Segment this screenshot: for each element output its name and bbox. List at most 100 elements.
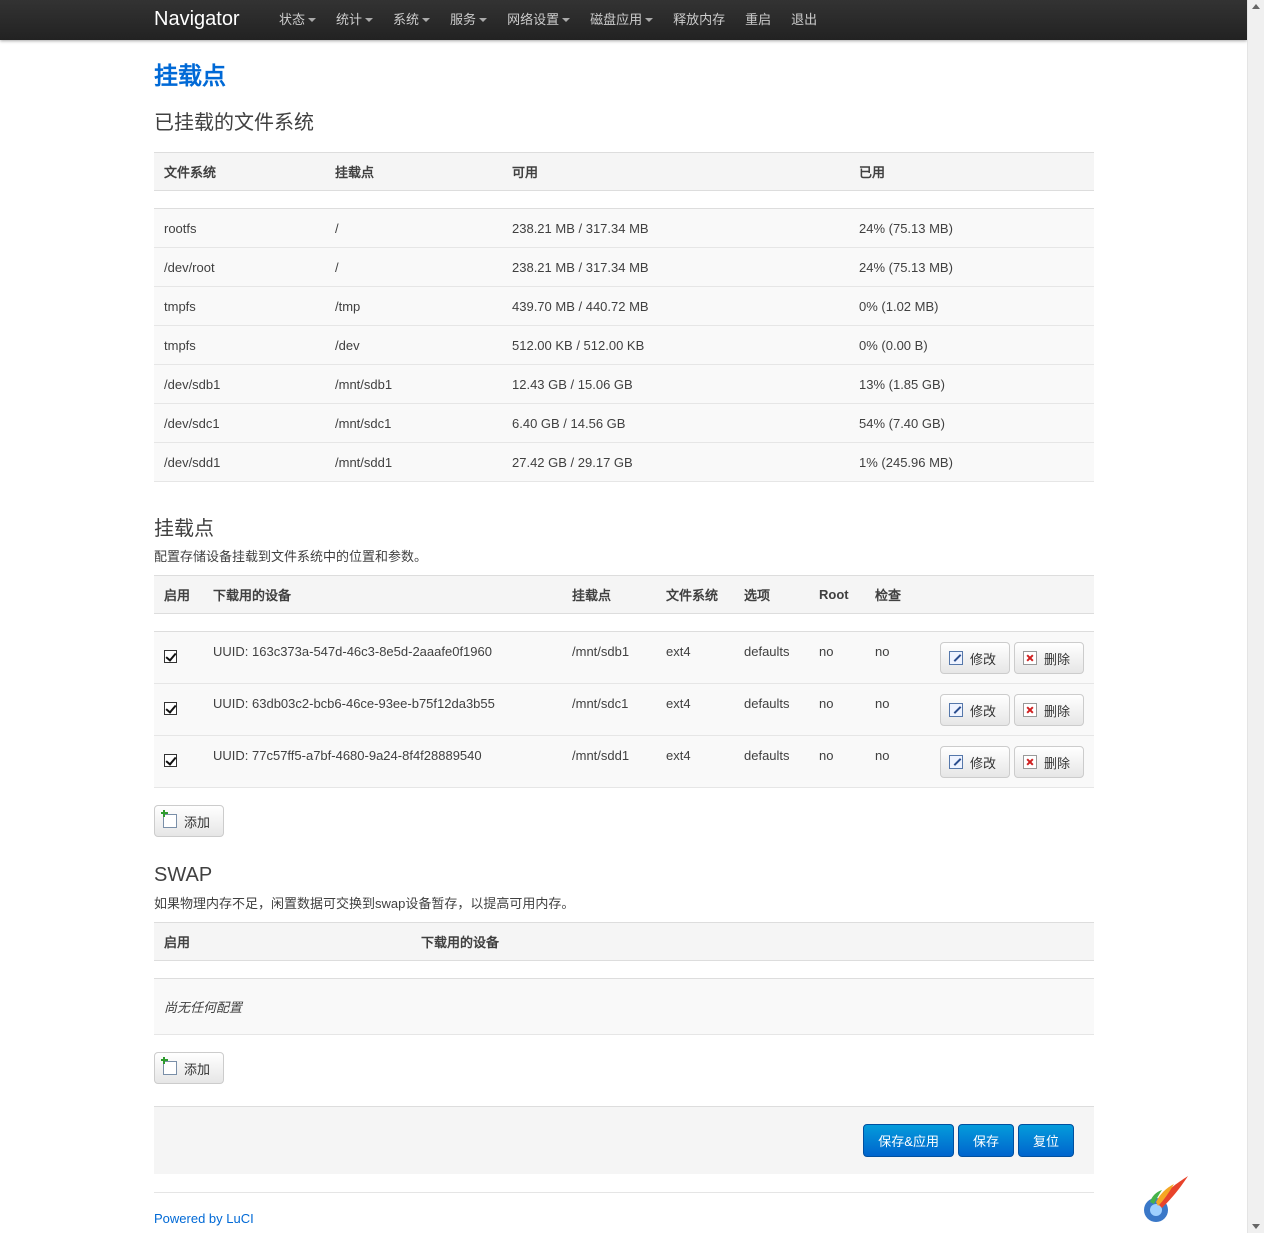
available-cell: 6.40 GB / 14.56 GB (502, 403, 849, 443)
mountpoint-cell: /dev (325, 325, 502, 365)
mountpoint-cell: /mnt/sdd1 (562, 735, 656, 788)
delete-button[interactable]: 删除 (1014, 694, 1084, 726)
page-title: 挂载点 (154, 63, 226, 90)
mountpoint-cell: /mnt/sdc1 (562, 683, 656, 736)
fs-name-cell: /dev/sdb1 (154, 364, 325, 404)
nav-item-8[interactable]: 退出 (791, 0, 817, 40)
scroll-up-icon[interactable] (1252, 4, 1260, 9)
swap-empty-message: 尚无任何配置 (154, 978, 1094, 1035)
nav-item-label: 网络设置 (507, 12, 560, 27)
nav-item-4[interactable]: 网络设置 (507, 0, 571, 40)
edit-button[interactable]: 修改 (940, 694, 1010, 726)
table-row: UUID: 163c373a-547d-46c3-8e5d-2aaafe0f19… (154, 631, 1094, 684)
available-cell: 439.70 MB / 440.72 MB (502, 286, 849, 326)
delete-button[interactable]: 删除 (1014, 746, 1084, 778)
nav-item-6[interactable]: 释放内存 (673, 0, 725, 40)
add-icon (161, 1057, 177, 1075)
mounted-fs-heading: 已挂载的文件系统 (154, 112, 314, 134)
nav-item-5[interactable]: 磁盘应用 (590, 0, 654, 40)
available-cell: 512.00 KB / 512.00 KB (502, 325, 849, 365)
available-cell: 238.21 MB / 317.34 MB (502, 247, 849, 287)
table-row: tmpfs/tmp 439.70 MB / 440.72 MB 0% (1.02 M… (154, 286, 1094, 326)
save-button[interactable]: 保存 (957, 1124, 1014, 1157)
options-cell: defaults (734, 631, 809, 684)
reset-button[interactable]: 复位 (1017, 1124, 1074, 1157)
mountpoints-table: 启用 下载用的设备 挂载点 文件系统 选项 Root 检查 UUID: 163c… (154, 575, 1094, 788)
used-cell: 1% (245.96 MB) (849, 442, 1094, 482)
edit-button-label: 修改 (970, 651, 997, 667)
add-mountpoint-button[interactable]: 添加 (154, 805, 225, 837)
fs-name-cell: /dev/sdc1 (154, 403, 325, 443)
nav-item-7[interactable]: 重启 (745, 0, 771, 40)
caret-down-icon (645, 18, 654, 22)
enabled-checkbox[interactable] (164, 650, 177, 663)
col-device: 下载用的设备 (411, 922, 1094, 961)
edit-button[interactable]: 修改 (940, 746, 1010, 778)
nav-item-3[interactable]: 服务 (450, 0, 488, 40)
check-cell: no (865, 735, 930, 788)
top-navbar: Navigator 状态 统计 系统 服务 网络设置 磁盘应用 释放内存 重启 退出 (0, 0, 1247, 40)
mountpoint-cell: /tmp (325, 286, 502, 326)
used-cell: 13% (1.85 GB) (849, 364, 1094, 404)
col-actions (930, 575, 1094, 614)
enabled-checkbox[interactable] (164, 754, 177, 767)
brand-logo-text[interactable]: Navigator (154, 6, 240, 32)
add-button-label: 添加 (184, 1061, 211, 1077)
save-apply-button[interactable]: 保存&应用 (863, 1124, 954, 1157)
col-enabled: 启用 (154, 575, 203, 614)
filesystem-cell: ext4 (656, 735, 734, 788)
add-swap-button[interactable]: 添加 (154, 1052, 225, 1084)
device-cell: UUID: 77c57ff5-a7bf-4680-9a24-8f4f288895… (203, 735, 562, 788)
edit-icon (949, 755, 963, 769)
powered-by-luci-link[interactable]: Powered by LuCI (154, 1211, 254, 1226)
nav-item-label: 重启 (745, 12, 772, 27)
mountpoints-description: 配置存储设备挂载到文件系统中的位置和参数。 (154, 549, 428, 564)
vertical-scrollbar[interactable] (1247, 0, 1264, 1233)
nav-item-label: 系统 (393, 12, 420, 27)
used-cell: 0% (0.00 B) (849, 325, 1094, 365)
table-row: rootfs/238.21 MB / 317.34 MB 24% (75.13 M… (154, 208, 1094, 248)
edit-button-label: 修改 (970, 703, 997, 719)
used-cell: 0% (1.02 MB) (849, 286, 1094, 326)
mountpoint-cell: /mnt/sdb1 (562, 631, 656, 684)
fs-name-cell: /dev/root (154, 247, 325, 287)
table-row: /dev/sdc1/mnt/sdc1 6.40 GB / 14.56 GB 54% … (154, 403, 1094, 443)
delete-icon (1023, 755, 1037, 769)
col-mountpoint: 挂载点 (562, 575, 656, 614)
main-nav: 状态 统计 系统 服务 网络设置 磁盘应用 释放内存 重启 退出 (279, 0, 837, 40)
mountpoints-heading: 挂载点 (154, 518, 214, 540)
nav-item-1[interactable]: 统计 (336, 0, 374, 40)
available-cell: 27.42 GB / 29.17 GB (502, 442, 849, 482)
device-cell: UUID: 163c373a-547d-46c3-8e5d-2aaafe0f19… (203, 631, 562, 684)
scroll-down-icon[interactable] (1252, 1224, 1260, 1229)
app-logo-icon (1144, 1176, 1188, 1222)
mountpoint-cell: /mnt/sdc1 (325, 403, 502, 443)
form-actions-bar: 保存&应用 保存 复位 (154, 1106, 1094, 1174)
device-cell: UUID: 63db03c2-bcb6-46ce-93ee-b75f12da3b… (203, 683, 562, 736)
used-cell: 54% (7.40 GB) (849, 403, 1094, 443)
delete-button[interactable]: 删除 (1014, 642, 1084, 674)
caret-down-icon (365, 18, 374, 22)
caret-down-icon (479, 18, 488, 22)
actions-cell: 修改 删除 (930, 735, 1094, 788)
options-cell: defaults (734, 683, 809, 736)
fs-name-cell: tmpfs (154, 325, 325, 365)
table-row: /dev/sdb1/mnt/sdb1 12.43 GB / 15.06 GB 13%… (154, 364, 1094, 404)
caret-down-icon (562, 18, 571, 22)
mountpoint-cell: /mnt/sdd1 (325, 442, 502, 482)
col-filesystem: 文件系统 (656, 575, 734, 614)
nav-item-2[interactable]: 系统 (393, 0, 431, 40)
actions-cell: 修改 删除 (930, 683, 1094, 736)
nav-item-0[interactable]: 状态 (279, 0, 317, 40)
enabled-checkbox[interactable] (164, 702, 177, 715)
actions-cell: 修改 删除 (930, 631, 1094, 684)
edit-button[interactable]: 修改 (940, 642, 1010, 674)
mountpoint-cell: / (325, 208, 502, 248)
table-row: /dev/root/238.21 MB / 317.34 MB 24% (75.1… (154, 247, 1094, 287)
nav-item-label: 服务 (450, 12, 477, 27)
mounted-fs-table: 文件系统 挂载点 可用 已用 rootfs/238.21 MB / 317.34… (154, 152, 1094, 482)
nav-item-label: 状态 (279, 12, 306, 27)
col-filesystem: 文件系统 (154, 152, 325, 191)
check-cell: no (865, 631, 930, 684)
check-cell: no (865, 683, 930, 736)
